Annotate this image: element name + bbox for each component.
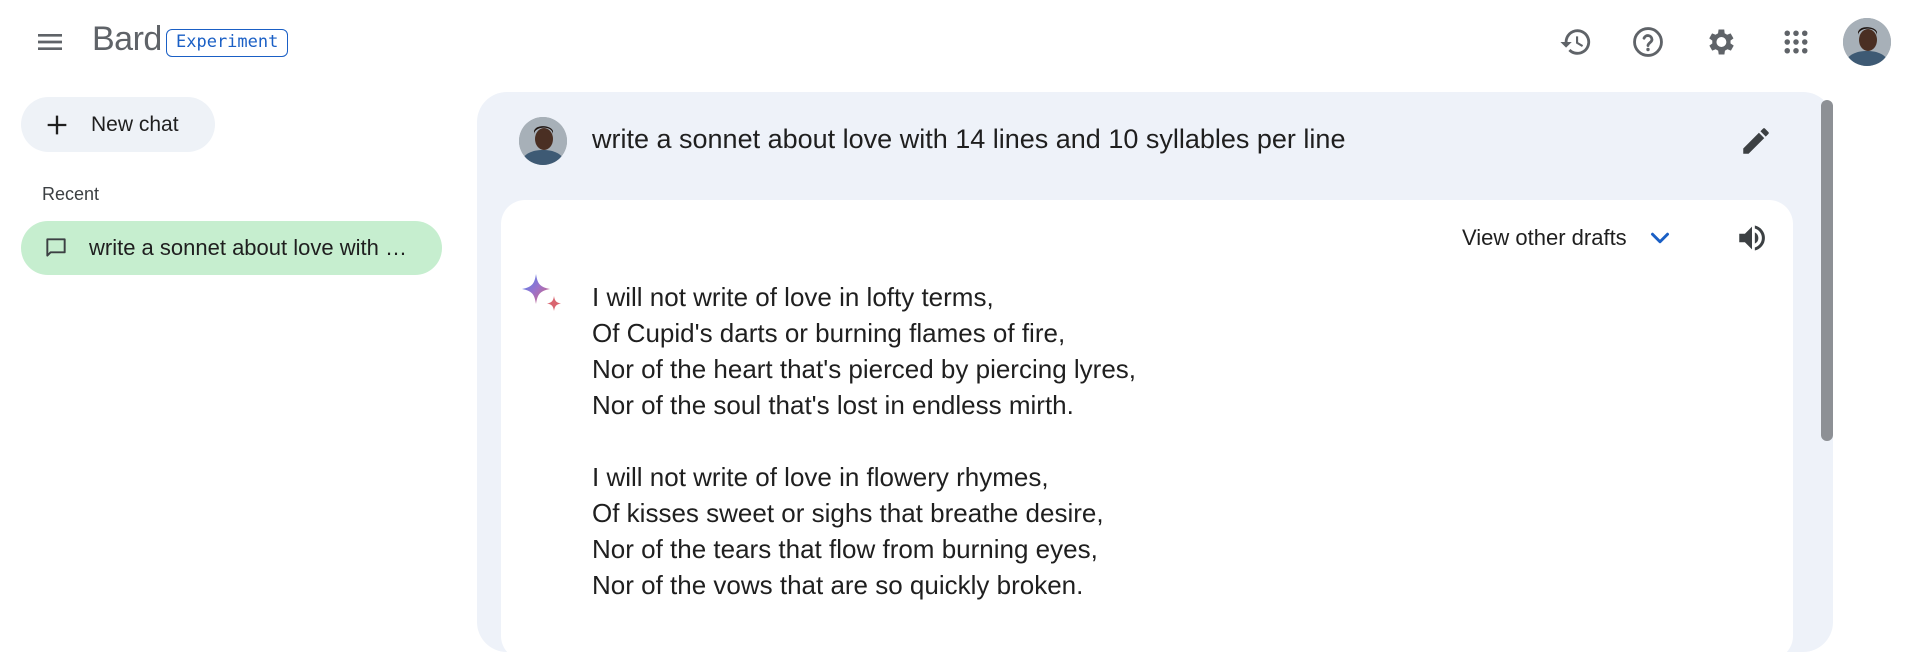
listen-button[interactable] (1728, 214, 1776, 262)
new-chat-label: New chat (91, 112, 179, 136)
experiment-badge: Experiment (166, 29, 289, 57)
poem-line: Nor of the soul that's lost in endless m… (592, 390, 1074, 420)
main-menu-button[interactable] (26, 22, 74, 62)
recent-chat-item[interactable]: write a sonnet about love with 14 lines … (21, 221, 442, 275)
stanza: I will not write of love in lofty terms,… (592, 279, 1742, 423)
settings-icon (1709, 29, 1734, 55)
poem-line: Nor of the tears that flow from burning … (592, 534, 1098, 564)
menu-icon (38, 34, 62, 50)
new-chat-button[interactable]: New chat (21, 97, 215, 152)
poem-line: Of Cupid's darts or burning flames of fi… (592, 318, 1066, 348)
history-button[interactable] (1552, 18, 1600, 66)
chat-bubble-icon (46, 238, 66, 257)
chevron-down-icon (1645, 223, 1675, 253)
poem-line: Nor of the heart that's pierced by pierc… (592, 354, 1137, 384)
settings-button[interactable] (1696, 18, 1744, 66)
user-prompt: write a sonnet about love with 14 lines … (592, 124, 1346, 154)
poem-line: I will not write of love in lofty terms, (592, 282, 994, 312)
conversation-scrollbar[interactable] (1821, 100, 1833, 441)
top-bar: Bard Experiment (0, 0, 1917, 84)
poem-line: Nor of the vows that are so quickly brok… (592, 570, 1084, 600)
poem-line: I will not write of love in flowery rhym… (592, 462, 1049, 492)
poem-line: Of kisses sweet or sighs that breathe de… (592, 498, 1104, 528)
view-drafts-label: View other drafts (1462, 225, 1627, 250)
apps-button[interactable] (1772, 18, 1820, 66)
response-text: I will not write of love in lofty terms,… (592, 279, 1742, 639)
plus-icon (47, 115, 67, 134)
app-name: Bard (92, 20, 162, 58)
stanza: I will not write of love in flowery rhym… (592, 459, 1742, 603)
help-button[interactable] (1624, 18, 1672, 66)
bard-sparkle-icon (522, 274, 561, 311)
user-avatar (519, 117, 567, 165)
account-avatar[interactable] (1843, 18, 1891, 66)
recent-chat-label: write a sonnet about love with 14 lines … (89, 235, 419, 260)
apps-grid-icon (1784, 30, 1808, 54)
pencil-icon (1743, 128, 1769, 154)
recent-heading: Recent (42, 184, 100, 204)
avatar-image (1843, 18, 1891, 66)
help-icon (1633, 27, 1663, 57)
edit-prompt-button[interactable] (1732, 117, 1780, 165)
avatar-image (519, 117, 567, 165)
speaker-icon (1739, 225, 1765, 251)
history-icon (1560, 29, 1591, 55)
view-other-drafts-button[interactable]: View other drafts (1462, 218, 1675, 258)
